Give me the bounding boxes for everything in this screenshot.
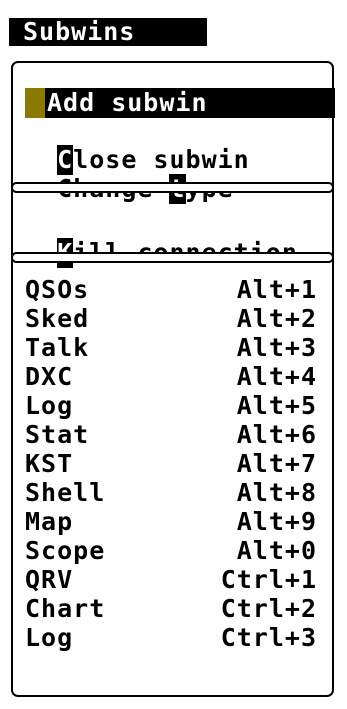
menu-item-label: KST bbox=[25, 449, 74, 478]
menu-separator bbox=[11, 182, 334, 193]
menu-item-label: Scope bbox=[25, 536, 106, 565]
menu-item-shell[interactable]: Shell Alt+8 bbox=[25, 478, 317, 507]
menu-item-label: Add subwin bbox=[47, 88, 208, 117]
menu-item-label: Shell bbox=[25, 478, 106, 507]
menu-item-shortcut: Alt+0 bbox=[236, 536, 317, 565]
menu-item-qrv[interactable]: QRV Ctrl+1 bbox=[25, 565, 317, 594]
menu-item-shortcut: Alt+2 bbox=[236, 304, 317, 333]
menu-item-log[interactable]: Log Alt+5 bbox=[25, 391, 317, 420]
menu-item-shortcut: Alt+1 bbox=[236, 275, 317, 304]
menu-item-label: Talk bbox=[25, 333, 90, 362]
menu-item-label: DXC bbox=[25, 362, 74, 391]
menu-separator bbox=[11, 252, 334, 263]
menu-item-chart[interactable]: Chart Ctrl+2 bbox=[25, 594, 317, 623]
menu-item-shortcut: Alt+3 bbox=[236, 333, 317, 362]
menu-item-kill-connection[interactable]: Kill connection bbox=[25, 208, 298, 268]
menu-item-dxc[interactable]: DXC Alt+4 bbox=[25, 362, 317, 391]
menu-item-label: Map bbox=[25, 507, 74, 536]
menu-item-shortcut: Alt+9 bbox=[236, 507, 317, 536]
menu-item-kst[interactable]: KST Alt+7 bbox=[25, 449, 317, 478]
menu-item-shortcut: Ctrl+2 bbox=[220, 594, 317, 623]
menu-item-shortcut: Alt+6 bbox=[236, 420, 317, 449]
menu-item-sked[interactable]: Sked Alt+2 bbox=[25, 304, 317, 333]
menu-item-shortcut: Alt+4 bbox=[236, 362, 317, 391]
menu-item-map[interactable]: Map Alt+9 bbox=[25, 507, 317, 536]
menu-item-talk[interactable]: Talk Alt+3 bbox=[25, 333, 317, 362]
menu-item-label: QSOs bbox=[25, 275, 90, 304]
menu-item-label: Chart bbox=[25, 594, 106, 623]
menu-item-label: Sked bbox=[25, 304, 90, 333]
menu-item-shortcut: Ctrl+1 bbox=[220, 565, 317, 594]
menu-item-scope[interactable]: Scope Alt+0 bbox=[25, 536, 317, 565]
menu-item-label: Log bbox=[25, 391, 74, 420]
menu-item-label: Stat bbox=[25, 420, 90, 449]
menu-item-log-2[interactable]: Log Ctrl+3 bbox=[25, 623, 317, 652]
menu-item-qsos[interactable]: QSOs Alt+1 bbox=[25, 275, 317, 304]
menu-item-add-subwin[interactable]: Add subwin bbox=[25, 88, 335, 118]
menu-item-shortcut: Ctrl+3 bbox=[220, 623, 317, 652]
menu-item-label: Log bbox=[25, 623, 74, 652]
menu-item-stat[interactable]: Stat Alt+6 bbox=[25, 420, 317, 449]
menu-item-shortcut: Alt+8 bbox=[236, 478, 317, 507]
menu-item-close-subwin[interactable]: Close subwin bbox=[25, 115, 250, 175]
menu-item-shortcut: Alt+7 bbox=[236, 449, 317, 478]
menu-title-bar[interactable]: Subwins bbox=[9, 18, 207, 46]
menu-item-label: QRV bbox=[25, 565, 74, 594]
menu-item-shortcut: Alt+5 bbox=[236, 391, 317, 420]
menu-title: Subwins bbox=[23, 17, 136, 46]
cursor-marker bbox=[25, 88, 45, 118]
menu-item-change-type[interactable]: Change type bbox=[25, 144, 234, 204]
